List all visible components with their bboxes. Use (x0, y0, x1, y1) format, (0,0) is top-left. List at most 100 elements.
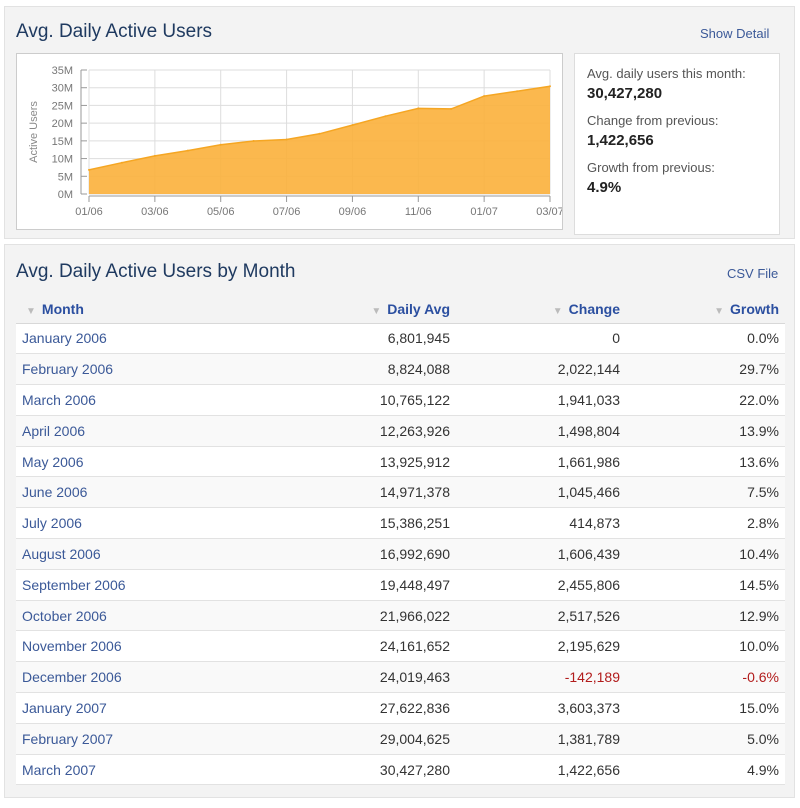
data-point (384, 115, 387, 118)
month-cell[interactable]: February 2006 (16, 353, 206, 386)
month-cell[interactable]: January 2006 (16, 323, 206, 355)
change-cell: 2,195,629 (456, 630, 626, 663)
monthly-table: ▼ Month ▼ Daily Avg ▼ Change ▼ Growth Januar… (16, 295, 785, 786)
growth-cell: 10.4% (626, 538, 785, 570)
show-detail-link[interactable]: Show Detail (700, 26, 769, 41)
change-cell: 2,517,526 (456, 600, 626, 632)
change-cell: 1,045,466 (456, 476, 626, 509)
daily-avg-cell: 19,448,497 (206, 569, 456, 601)
x-tick-label: 01/06 (75, 206, 103, 218)
month-cell[interactable]: August 2006 (16, 538, 206, 570)
data-point (153, 154, 156, 157)
data-point (318, 132, 321, 135)
daily-avg-cell: 21,966,022 (206, 600, 456, 632)
data-point (549, 85, 551, 88)
change-cell: 1,941,033 (456, 384, 626, 416)
monthly-table-panel: Avg. Daily Active Users by Month CSV Fil… (4, 244, 795, 798)
month-cell[interactable]: March 2007 (16, 754, 206, 786)
column-header-label: Growth (730, 300, 779, 317)
month-cell[interactable]: November 2006 (16, 630, 206, 663)
data-point (219, 143, 222, 146)
change-cell: -142,189 (456, 661, 626, 694)
growth-cell: 4.9% (626, 754, 785, 786)
daily-avg-cell: 24,019,463 (206, 661, 456, 694)
data-point (186, 149, 189, 152)
month-cell[interactable]: March 2006 (16, 384, 206, 416)
table-row: January 2006 6,801,945 0 0.0% (16, 323, 785, 355)
growth-cell: 7.5% (626, 476, 785, 509)
growth-cell: 12.9% (626, 600, 785, 632)
daily-avg-cell: 12,263,926 (206, 415, 456, 447)
stats-box: Avg. daily users this month: 30,427,280 … (574, 53, 780, 235)
daily-avg-cell: 16,992,690 (206, 538, 456, 570)
table-row: March 2007 30,427,280 1,422,656 4.9% (16, 754, 785, 786)
growth-cell: 13.6% (626, 446, 785, 478)
sort-arrow-icon: ▼ (26, 305, 36, 317)
growth-cell: 29.7% (626, 353, 785, 386)
daily-avg-cell: 13,925,912 (206, 446, 456, 478)
growth-cell: 15.0% (626, 692, 785, 724)
x-tick-label: 05/06 (207, 206, 235, 218)
daily-avg-cell: 14,971,378 (206, 476, 456, 509)
change-cell: 414,873 (456, 507, 626, 540)
y-axis-label: Active Users (28, 101, 40, 163)
column-header-label: Daily Avg (387, 300, 450, 317)
active-users-area (89, 86, 550, 194)
month-cell[interactable]: October 2006 (16, 600, 206, 632)
column-header-label: Change (568, 300, 620, 317)
month-cell[interactable]: July 2006 (16, 507, 206, 540)
table-row: February 2007 29,004,625 1,381,789 5.0% (16, 723, 785, 755)
table-row: January 2007 27,622,836 3,603,373 15.0% (16, 692, 785, 724)
y-tick-label: 30M (52, 83, 73, 95)
sort-arrow-icon: ▼ (714, 305, 724, 317)
data-point (285, 138, 288, 141)
month-cell[interactable]: September 2006 (16, 569, 206, 601)
data-point (483, 95, 486, 98)
x-tick-label: 09/06 (339, 206, 367, 218)
month-cell[interactable]: January 2007 (16, 692, 206, 724)
y-tick-label: 20M (52, 118, 73, 130)
column-header-month[interactable]: ▼ Month (16, 295, 206, 324)
daily-avg-cell: 30,427,280 (206, 754, 456, 786)
x-tick-label: 03/06 (141, 206, 169, 218)
growth-cell: 0.0% (626, 323, 785, 355)
table-row: June 2006 14,971,378 1,045,466 7.5% (16, 476, 785, 509)
change-cell: 2,022,144 (456, 353, 626, 386)
data-point (120, 161, 123, 164)
column-header-change[interactable]: ▼ Change (456, 295, 626, 324)
table-row: September 2006 19,448,497 2,455,806 14.5% (16, 569, 785, 601)
daily-avg-cell: 15,386,251 (206, 507, 456, 540)
data-point (417, 107, 420, 110)
change-cell: 1,498,804 (456, 415, 626, 447)
month-cell[interactable]: May 2006 (16, 446, 206, 478)
y-tick-label: 10M (52, 154, 73, 166)
table-row: April 2006 12,263,926 1,498,804 13.9% (16, 415, 785, 447)
month-cell[interactable]: December 2006 (16, 661, 206, 694)
daily-avg-cell: 27,622,836 (206, 692, 456, 724)
table-row: July 2006 15,386,251 414,873 2.8% (16, 507, 785, 540)
y-tick-label: 5M (58, 171, 73, 183)
growth-cell: 10.0% (626, 630, 785, 663)
table-row: May 2006 13,925,912 1,661,986 13.6% (16, 446, 785, 478)
month-cell[interactable]: April 2006 (16, 415, 206, 447)
month-cell[interactable]: February 2007 (16, 723, 206, 755)
x-tick-label: 07/06 (273, 206, 301, 218)
y-tick-label: 15M (52, 136, 73, 148)
growth-cell: -0.6% (626, 661, 785, 694)
data-point (516, 90, 519, 93)
x-tick-label: 01/07 (470, 206, 498, 218)
column-header-growth[interactable]: ▼ Growth (626, 295, 785, 324)
table-panel-title: Avg. Daily Active Users by Month (16, 261, 296, 282)
table-row: August 2006 16,992,690 1,606,439 10.4% (16, 538, 785, 570)
month-cell[interactable]: June 2006 (16, 476, 206, 509)
change-cell: 1,606,439 (456, 538, 626, 570)
stat-label-this-month: Avg. daily users this month: (587, 66, 746, 81)
summary-panel: Avg. Daily Active Users Show Detail 0M 5M… (4, 6, 795, 239)
chart-svg: 0M 5M 10M 15M 20M 25M 30M 35M 01/06 03/06 05/06 07/… (28, 65, 562, 218)
csv-file-link[interactable]: CSV File (727, 266, 778, 281)
growth-cell: 22.0% (626, 384, 785, 416)
change-cell: 1,661,986 (456, 446, 626, 478)
column-header-daily-avg[interactable]: ▼ Daily Avg (206, 295, 456, 324)
daily-avg-cell: 24,161,652 (206, 630, 456, 663)
table-row: December 2006 24,019,463 -142,189 -0.6% (16, 661, 785, 694)
